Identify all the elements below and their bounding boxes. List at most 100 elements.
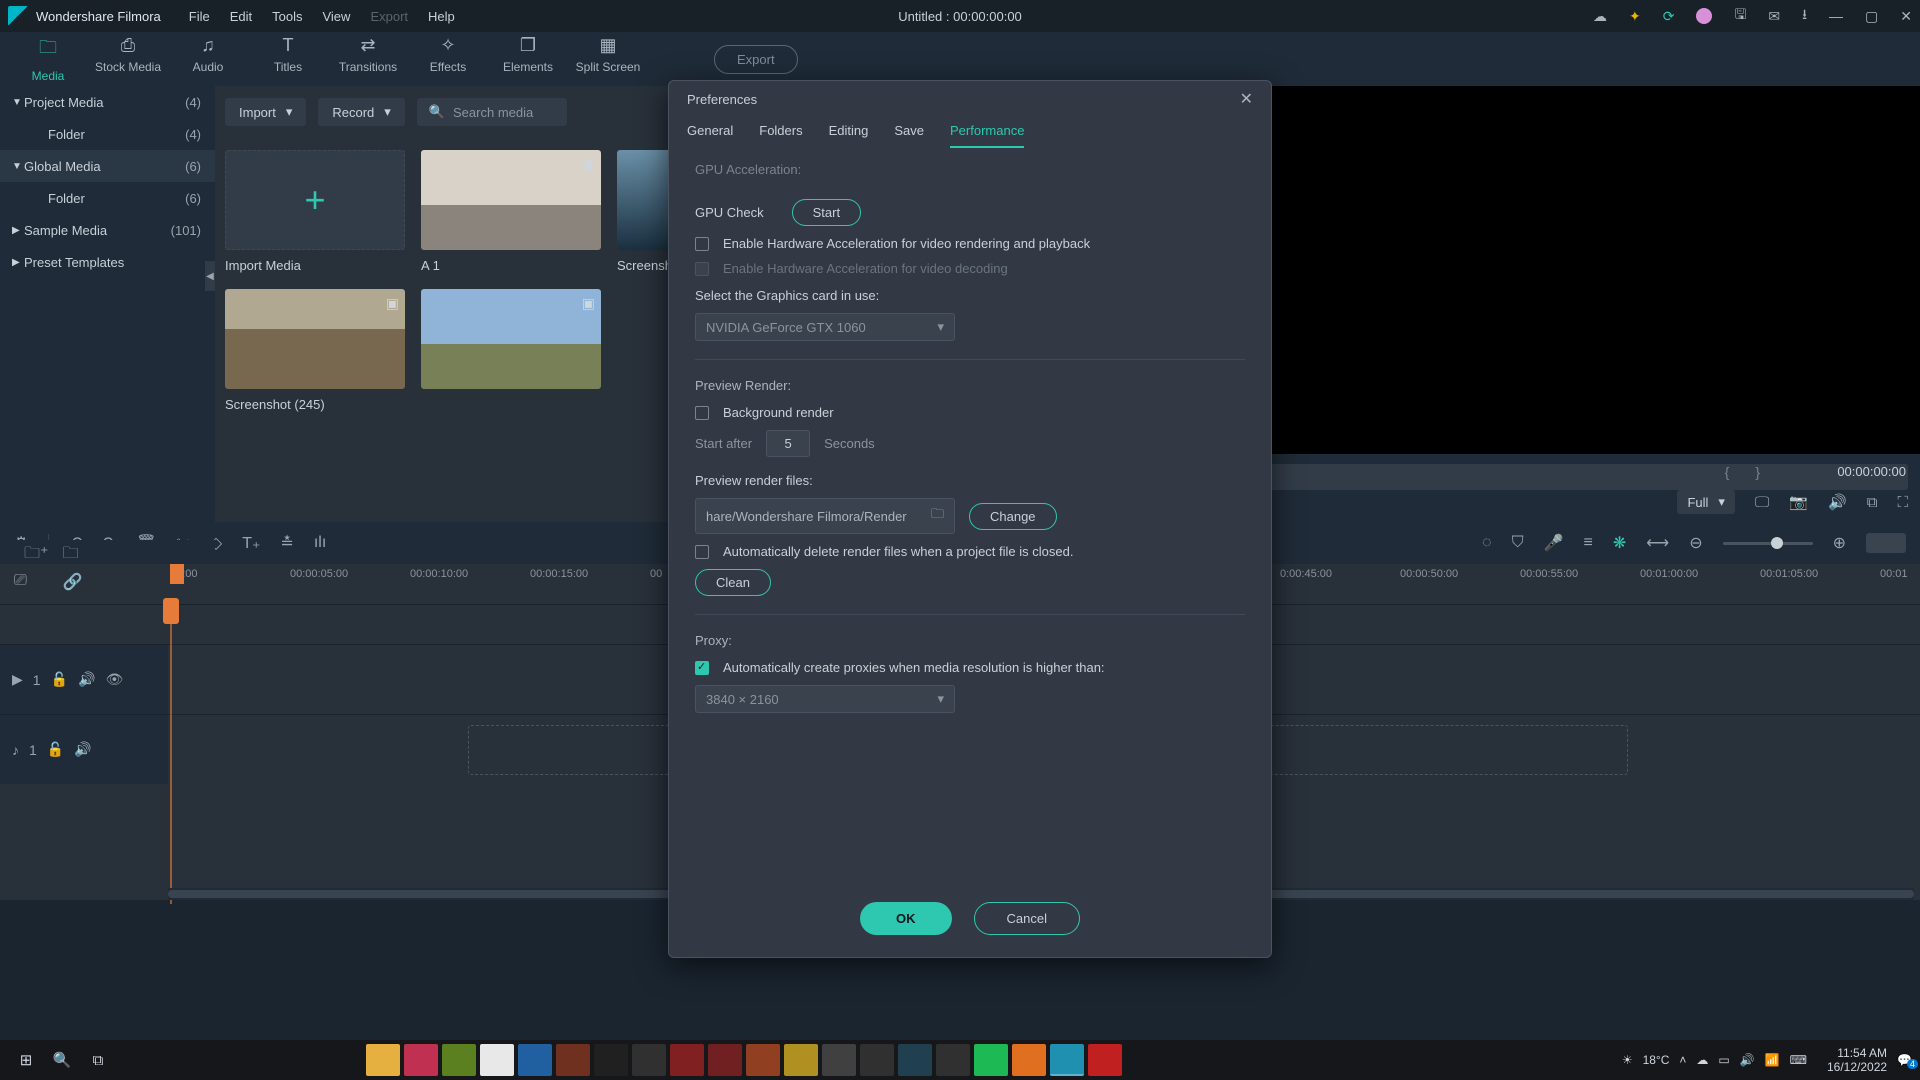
taskbar-app[interactable] xyxy=(898,1044,932,1076)
text-tool-icon[interactable]: T₊ xyxy=(242,533,260,553)
mixer-icon[interactable]: ≡ xyxy=(1584,534,1593,552)
weather-temp[interactable]: 18°C xyxy=(1643,1053,1670,1067)
detach-icon[interactable]: ⧉ xyxy=(1867,494,1878,511)
sidebar-item-folder[interactable]: Folder(6) xyxy=(0,182,215,214)
lock-icon[interactable]: 🔓 xyxy=(47,741,64,758)
taskbar-app[interactable] xyxy=(366,1044,400,1076)
menu-export[interactable]: Export xyxy=(370,9,408,24)
export-button[interactable]: Export xyxy=(714,45,798,74)
media-thumb[interactable]: ▣ xyxy=(421,289,601,412)
zoom-out-icon[interactable]: ⊖ xyxy=(1689,533,1702,553)
close-dialog-button[interactable]: ✕ xyxy=(1240,89,1253,109)
proxy-resolution-select[interactable]: 3840 × 2160▾ xyxy=(695,685,955,713)
language-icon[interactable]: ⌨ xyxy=(1790,1053,1807,1067)
taskbar-app[interactable] xyxy=(442,1044,476,1076)
taskbar-app[interactable] xyxy=(1088,1044,1122,1076)
maximize-button[interactable]: ▢ xyxy=(1865,8,1878,25)
prefs-tab-editing[interactable]: Editing xyxy=(829,123,869,148)
close-button[interactable]: ✕ xyxy=(1900,8,1912,25)
gpu-select[interactable]: NVIDIA GeForce GTX 1060▾ xyxy=(695,313,955,341)
playhead-handle[interactable] xyxy=(163,598,179,624)
taskbar-app[interactable] xyxy=(594,1044,628,1076)
search-media-input[interactable]: 🔍Search media xyxy=(417,98,567,126)
mark-out-icon[interactable]: } xyxy=(1755,464,1760,480)
search-button[interactable]: 🔍 xyxy=(44,1044,80,1076)
tab-stock-media[interactable]: ⎙Stock Media xyxy=(92,35,164,83)
background-render-checkbox[interactable] xyxy=(695,406,709,420)
tab-titles[interactable]: TTitles xyxy=(252,35,324,83)
link-icon[interactable]: 🔗 xyxy=(63,572,83,592)
mark-in-icon[interactable]: { xyxy=(1725,464,1730,480)
render-icon[interactable]: ◌ xyxy=(1482,534,1492,552)
lock-icon[interactable]: 🔓 xyxy=(51,671,68,688)
auto-proxy-checkbox[interactable] xyxy=(695,661,709,675)
add-track-icon[interactable]: ⎚ xyxy=(14,572,27,592)
cloud-icon[interactable]: ☁ xyxy=(1593,8,1607,25)
taskbar-app[interactable] xyxy=(860,1044,894,1076)
mute-icon[interactable]: 🔊 xyxy=(74,741,91,758)
clean-button[interactable]: Clean xyxy=(695,569,771,596)
weather-icon[interactable]: ☀ xyxy=(1622,1053,1633,1067)
media-thumb[interactable]: ▣ Screenshot (245) xyxy=(225,289,405,412)
audio-tool-icon[interactable]: ılı xyxy=(314,534,326,552)
taskbar-app[interactable] xyxy=(936,1044,970,1076)
taskbar-app[interactable] xyxy=(404,1044,438,1076)
view-toggle[interactable] xyxy=(1866,533,1906,553)
change-path-button[interactable]: Change xyxy=(969,503,1057,530)
volume-tray-icon[interactable]: 🔊 xyxy=(1740,1053,1755,1067)
cancel-button[interactable]: Cancel xyxy=(974,902,1080,935)
tab-media[interactable]: 🗀Media xyxy=(12,35,84,83)
snapshot-icon[interactable]: 📷 xyxy=(1789,493,1808,511)
sidebar-item-global-media[interactable]: ▼Global Media(6) xyxy=(0,150,215,182)
sidebar-item-folder[interactable]: Folder(4) xyxy=(0,118,215,150)
taskbar-app[interactable] xyxy=(556,1044,590,1076)
menu-help[interactable]: Help xyxy=(428,9,455,24)
visibility-icon[interactable]: 👁 xyxy=(105,671,123,688)
sidebar-item-project-media[interactable]: ▼Project Media(4) xyxy=(0,86,215,118)
menu-file[interactable]: File xyxy=(189,9,210,24)
tab-split-screen[interactable]: ▦Split Screen xyxy=(572,35,644,83)
tab-effects[interactable]: ✧Effects xyxy=(412,35,484,83)
battery-icon[interactable]: ▭ xyxy=(1718,1053,1729,1067)
taskbar-app[interactable] xyxy=(632,1044,666,1076)
tab-transitions[interactable]: ⇄Transitions xyxy=(332,35,404,83)
import-media-tile[interactable]: + Import Media xyxy=(225,150,405,273)
zoom-in-icon[interactable]: ⊕ xyxy=(1833,533,1846,553)
avatar-icon[interactable] xyxy=(1696,8,1712,24)
tab-elements[interactable]: ❐Elements xyxy=(492,35,564,83)
menu-edit[interactable]: Edit xyxy=(230,9,252,24)
taskbar-app[interactable] xyxy=(1012,1044,1046,1076)
prefs-tab-save[interactable]: Save xyxy=(894,123,924,148)
notifications-icon[interactable]: 💬4 xyxy=(1897,1053,1912,1067)
download-icon[interactable]: ⭳ xyxy=(1802,4,1807,28)
clock[interactable]: 11:54 AM 16/12/2022 xyxy=(1827,1046,1887,1075)
task-view-button[interactable]: ⧉ xyxy=(80,1044,116,1076)
prefs-tab-performance[interactable]: Performance xyxy=(950,123,1024,148)
taskbar-app[interactable] xyxy=(1050,1044,1084,1076)
taskbar-app[interactable] xyxy=(784,1044,818,1076)
auto-delete-checkbox[interactable] xyxy=(695,545,709,559)
marker-icon[interactable]: ❋ xyxy=(1613,533,1626,553)
expand-icon[interactable]: ⛶ xyxy=(1897,494,1908,511)
fit-icon[interactable]: ⟷ xyxy=(1646,533,1669,553)
save-icon[interactable]: 🖫 xyxy=(1734,4,1746,28)
render-path-input[interactable]: hare/Wondershare Filmora/Render🗀 xyxy=(695,498,955,534)
adjust-icon[interactable]: ≛ xyxy=(280,533,293,553)
tips-icon[interactable]: ✦ xyxy=(1629,8,1641,25)
prefs-tab-folders[interactable]: Folders xyxy=(759,123,802,148)
media-thumb[interactable]: ▣ A 1 xyxy=(421,150,601,273)
taskbar-app[interactable] xyxy=(670,1044,704,1076)
sidebar-item-preset-templates[interactable]: ▶Preset Templates xyxy=(0,246,215,278)
hw-render-checkbox[interactable] xyxy=(695,237,709,251)
mail-icon[interactable]: ✉ xyxy=(1768,8,1780,25)
shield-icon[interactable]: ⛉ xyxy=(1512,534,1524,552)
menu-tools[interactable]: Tools xyxy=(272,9,302,24)
volume-icon[interactable]: 🔊 xyxy=(1828,493,1847,511)
tray-chevron-icon[interactable]: ˄ xyxy=(1679,1053,1686,1067)
mute-icon[interactable]: 🔊 xyxy=(78,671,95,688)
mic-icon[interactable]: 🎤 xyxy=(1544,533,1564,553)
playhead-flag[interactable] xyxy=(170,564,184,584)
taskbar-app[interactable] xyxy=(974,1044,1008,1076)
taskbar-app[interactable] xyxy=(822,1044,856,1076)
sidebar-item-sample-media[interactable]: ▶Sample Media(101) xyxy=(0,214,215,246)
